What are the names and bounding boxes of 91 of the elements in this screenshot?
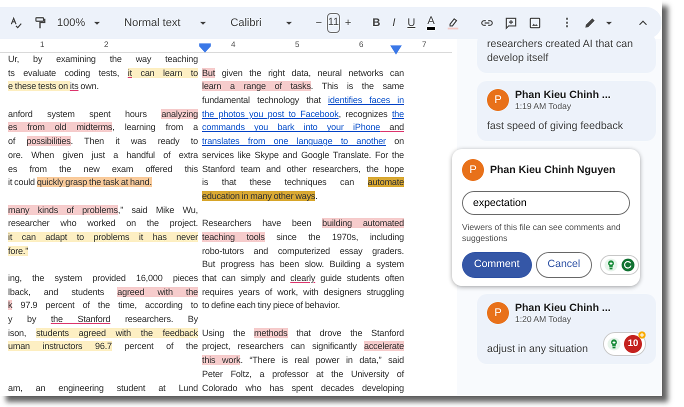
spellcheck-icon [9, 16, 23, 30]
text-line: learn a range of tasks. This is the same [202, 80, 404, 94]
text-line: Stanford team and other researchers, the hope [202, 162, 404, 176]
text-line: ts evaluate coding tests, it can learn to [8, 66, 198, 80]
ruler-number: 5 [295, 39, 300, 51]
text-line: k 97.9 percent of the time, according to [8, 299, 198, 312]
lightbulb-icon[interactable] [607, 336, 621, 351]
ruler-number: 6 [359, 39, 364, 51]
text-line: this work. “There is real power in data,” said [202, 354, 404, 368]
indent-marker-icon[interactable] [198, 41, 212, 55]
comment-text: adjust in any situation [487, 342, 588, 356]
highlight-icon [446, 16, 460, 30]
font-dropdown[interactable]: Calibri [225, 12, 301, 34]
text-line: Colorado who has spent decades developing [202, 382, 404, 395]
text-color-button[interactable]: A [421, 14, 441, 32]
text-line: commands you bark into your iPhone and [202, 121, 404, 134]
ruler-number: 4 [231, 39, 236, 51]
text-line: anford system spent hours analyzing [8, 108, 198, 121]
text-line: es from the new exam offered this [8, 162, 198, 176]
comment-time: 1:20 AM Today [515, 314, 572, 324]
plus-icon [638, 330, 646, 339]
text-line: y by the Stanford researchers. By [8, 313, 198, 326]
author-name: Phan Kieu Chinh Nguyen [490, 164, 616, 176]
comment-text: researchers created AI that can develop itself [487, 37, 634, 65]
insert-image-icon [528, 16, 542, 30]
text-line: requires years of work, with designers struggling [202, 286, 404, 299]
text-line: Using the methods that drove the Stanford [202, 326, 404, 340]
text-line: ing, the system provided 16,000 pieces [8, 272, 198, 285]
text-line: that can simply and clearly guide students often [202, 272, 404, 285]
link[interactable]: the photos you post to Facebook [202, 108, 339, 119]
text-line: ison, students agreed with the feedback [8, 326, 198, 340]
ruler-number: 1 [40, 39, 44, 51]
text-line: es from old midterms, learning from a [8, 121, 198, 134]
underline-button[interactable]: U [401, 12, 422, 34]
lightbulb-icon[interactable] [604, 258, 618, 272]
text-line: it could quickly grasp the task at hand. [8, 176, 153, 190]
add-comment-icon [504, 16, 518, 30]
refresh-icon[interactable] [621, 258, 636, 272]
cancel-button[interactable]: Cancel [536, 252, 592, 278]
pencil-icon [582, 16, 597, 30]
indent-marker-icon[interactable] [389, 43, 403, 57]
avatar: P [487, 89, 509, 111]
author-name: Phan Kieu Chinh ... [515, 89, 611, 101]
comment-text: fast speed of giving feedback [487, 119, 624, 133]
text-line: Ur, by examining the way teaching [8, 53, 198, 66]
text-line: education in many other ways. [202, 190, 319, 203]
text-line: to define each tiny piece of behavior. [202, 299, 342, 312]
text-line: researcher who worked on the project. [8, 217, 198, 230]
avatar: P [487, 302, 509, 324]
text-line: Peter Foltz, a professor at the University of [202, 368, 404, 381]
text-line: project, researchers can significantly accelerate [202, 340, 404, 354]
link[interactable]: identifies faces in [328, 95, 404, 106]
text-line: But given the right data, neural networks can [202, 66, 404, 80]
comment-time: 1:19 AM Today [515, 101, 572, 111]
author-name: Phan Kieu Chinh ... [515, 302, 611, 314]
text-line: of possibilities. Then it was ready to [8, 135, 198, 148]
comment-card[interactable]: P Phan Kieu Chinh ... 1:20 AM Today adjust in any situation 10 [477, 294, 656, 364]
link[interactable]: translates from one language to another [202, 136, 386, 146]
font-size-field[interactable]: 11 [327, 13, 340, 33]
text-line: lback, and students agreed with the [8, 286, 198, 299]
text-line: robo-tutors and computerized essay graders. [202, 244, 404, 258]
comment-card[interactable]: P Phan Kieu Chinh ... 1:19 AM Today fast speed of giving feedback [477, 81, 656, 141]
text-line: But progress has been slow. Building a system [202, 258, 404, 272]
comment-input[interactable]: expectation [462, 191, 630, 215]
text-line: am, an engineering student at Lund [8, 382, 198, 395]
text-line: e these tests on its own. [8, 80, 100, 94]
bold-button[interactable]: B [366, 12, 386, 34]
text-line: many kinds of problems,” said Mike Wu, [8, 204, 198, 217]
avatar: P [462, 159, 484, 181]
text-line: fundamental technology that identifies faces in [202, 94, 404, 108]
italic-button[interactable]: I [386, 12, 402, 34]
ruler-number: 2 [104, 39, 108, 51]
text-line: services like Skype and Google Translate. For the [202, 148, 404, 162]
link[interactable]: the [392, 108, 404, 119]
submit-button[interactable]: Comment [462, 252, 532, 278]
link[interactable]: commands you bark into your iPhone [202, 122, 380, 132]
text-line: ore. When given just a handful of extra [8, 148, 198, 162]
ruler-number: 7 [422, 39, 426, 51]
increase-size-button[interactable]: + [340, 12, 356, 34]
text-line: teaching tools since the 1970s, including [202, 230, 404, 244]
paint-format-icon [33, 16, 47, 30]
style-dropdown[interactable]: Normal text [119, 12, 216, 34]
text-line: the photos you post to Facebook, recognizes the [202, 108, 404, 121]
zoom-dropdown[interactable]: 100% [52, 12, 110, 34]
text-line: Researchers have been building automated [202, 217, 404, 230]
more-button[interactable]: ⋮ [556, 12, 578, 34]
decrease-size-button[interactable]: − [310, 12, 328, 34]
text-line: translates from one language to another on [202, 135, 404, 148]
privacy-note: Viewers of this file can see comments and suggestions [462, 222, 622, 244]
text-line: is that these techniques can automate [202, 176, 404, 190]
text-line: uman instructors 96.7 percent of the [8, 340, 198, 354]
